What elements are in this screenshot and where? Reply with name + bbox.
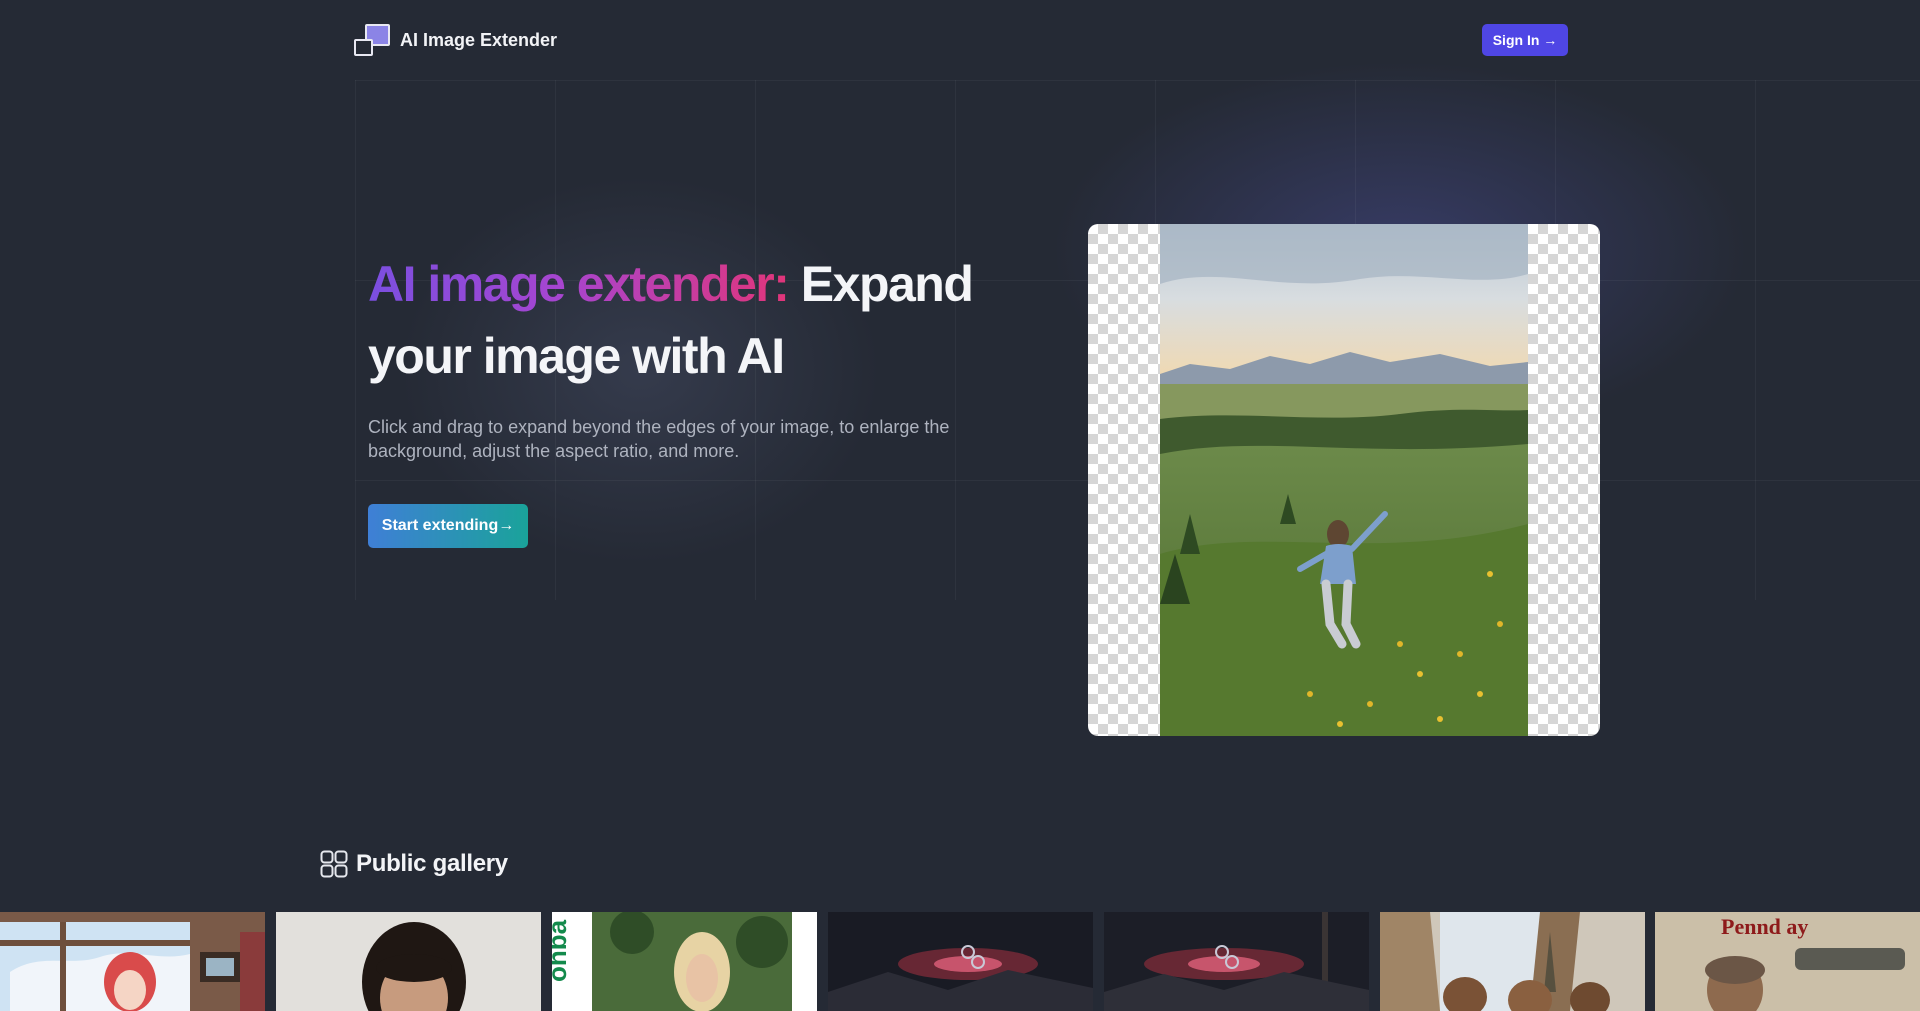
gallery-thumbnail[interactable] (0, 912, 265, 1011)
sign-in-button[interactable]: Sign In → (1482, 24, 1568, 56)
brand-name: AI Image Extender (400, 29, 558, 50)
gallery-title: Public gallery (356, 850, 508, 877)
mountain-meadow-photo (1160, 224, 1528, 736)
gallery-thumb-text: Pennd ay (1721, 914, 1808, 939)
start-extending-button[interactable]: Start extending→ (368, 504, 528, 548)
hero-title: AI image extender: Expand your image wit… (368, 248, 1058, 392)
gallery-thumbnail[interactable] (828, 912, 1093, 1011)
gallery-strip: ohba Pennd ay (0, 912, 1920, 1011)
gallery-thumbnail[interactable]: Pennd ay (1655, 912, 1920, 1011)
hero-title-highlight: AI image extender: (368, 256, 790, 312)
gallery-thumbnail[interactable] (1104, 912, 1369, 1011)
hero-description: Click and drag to expand beyond the edge… (368, 417, 950, 461)
brand-logo-link[interactable]: AI Image Extender (354, 24, 557, 56)
grid-icon (320, 850, 348, 878)
gallery-thumbnail[interactable] (1380, 912, 1645, 1011)
demo-image-canvas (1088, 224, 1600, 736)
gallery-heading: Public gallery (320, 850, 508, 878)
gallery-thumbnail[interactable]: ohba (552, 912, 817, 1011)
layers-logo-icon (354, 24, 390, 56)
gallery-thumb-text: ohba (552, 919, 572, 982)
gallery-thumbnail[interactable] (276, 912, 541, 1011)
site-header: AI Image Extender Sign In → (0, 0, 1920, 80)
